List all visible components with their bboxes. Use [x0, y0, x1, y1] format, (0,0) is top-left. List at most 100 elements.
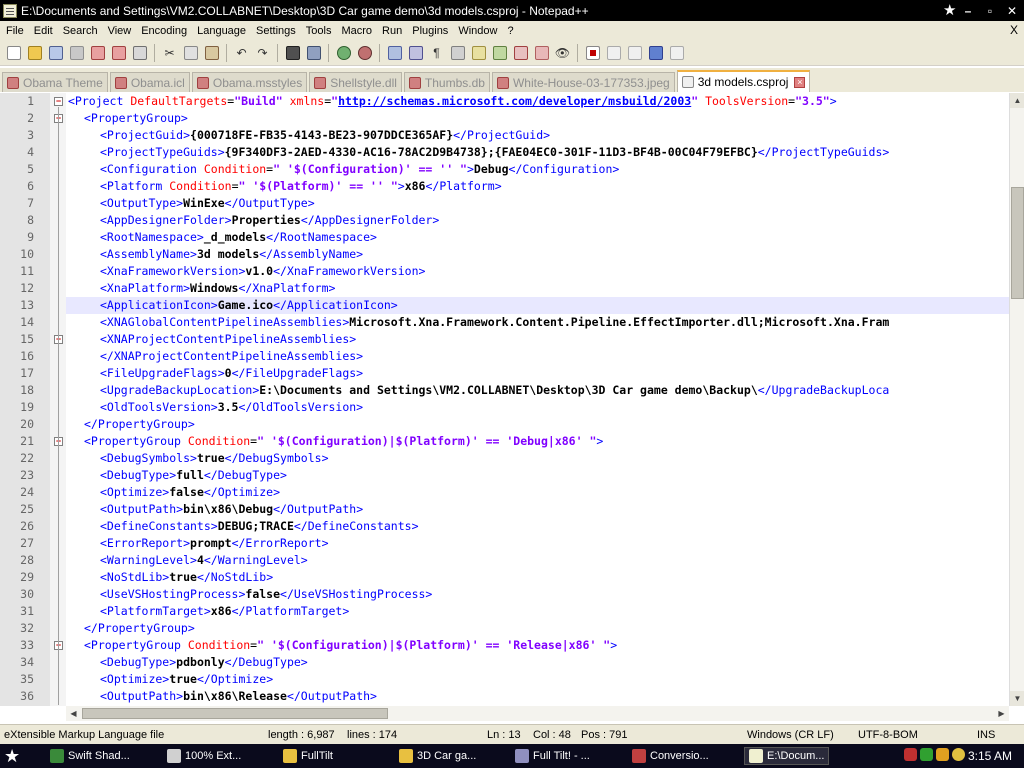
taskbar-item[interactable]: 3D Car ga...: [399, 747, 476, 765]
menu-edit[interactable]: Edit: [29, 25, 58, 37]
tab-obama-msstyles[interactable]: Obama.msstyles: [191, 72, 308, 92]
close-all-icon[interactable]: [109, 43, 128, 62]
minimize-button[interactable]: –: [958, 2, 978, 19]
taskbar-item[interactable]: Swift Shad...: [50, 747, 130, 765]
record-macro-icon[interactable]: [583, 43, 602, 62]
code-line[interactable]: <ProjectTypeGuids>{9F340DF3-2AED-4330-AC…: [66, 144, 1009, 161]
undo-icon[interactable]: ↶: [232, 43, 251, 62]
status-encoding[interactable]: UTF-8-BOM: [858, 729, 918, 741]
menu-window[interactable]: Window: [453, 25, 502, 37]
code-area[interactable]: <Project DefaultTargets="Build" xmlns="h…: [66, 93, 1009, 706]
code-line[interactable]: <OldToolsVersion>3.5</OldToolsVersion>: [66, 399, 1009, 416]
menu-settings[interactable]: Settings: [251, 25, 301, 37]
scroll-down-icon[interactable]: ▼: [1010, 691, 1024, 706]
code-line[interactable]: <ApplicationIcon>Game.ico</ApplicationIc…: [66, 297, 1009, 314]
code-line[interactable]: <DebugType>pdbonly</DebugType>: [66, 654, 1009, 671]
code-line[interactable]: </PropertyGroup>: [66, 620, 1009, 637]
code-line[interactable]: <OutputPath>bin\x86\Debug</OutputPath>: [66, 501, 1009, 518]
menu-help[interactable]: ?: [502, 25, 518, 37]
maximize-button[interactable]: ▫: [980, 2, 1000, 19]
editor-pane[interactable]: 1 2 3 4 5 6 7 8 9 10 11 12 13 14 15 16 17 18 19 20 21 22 23 24 2…: [0, 93, 1024, 706]
code-line[interactable]: <AssemblyName>3d models</AssemblyName>: [66, 246, 1009, 263]
cut-icon[interactable]: ✂: [160, 43, 179, 62]
code-line[interactable]: <AppDesignerFolder>Properties</AppDesign…: [66, 212, 1009, 229]
scroll-right-icon[interactable]: ▶: [994, 706, 1009, 721]
language-icon[interactable]: [469, 43, 488, 62]
code-line[interactable]: <Platform Condition=" '$(Platform)' == '…: [66, 178, 1009, 195]
taskbar-item-active[interactable]: E:\Docum...: [744, 747, 830, 765]
folder-as-workspace-icon[interactable]: [532, 43, 551, 62]
code-line[interactable]: <Project DefaultTargets="Build" xmlns="h…: [66, 93, 1009, 110]
code-line[interactable]: <PropertyGroup Condition=" '$(Configurat…: [66, 637, 1009, 654]
taskbar-item[interactable]: Conversio...: [632, 747, 709, 765]
code-line[interactable]: <PropertyGroup Condition=" '$(Configurat…: [66, 433, 1009, 450]
code-line[interactable]: <OutputPath>bin\x86\Release</OutputPath>: [66, 688, 1009, 705]
code-line[interactable]: <OutputType>WinExe</OutputType>: [66, 195, 1009, 212]
menu-encoding[interactable]: Encoding: [136, 25, 192, 37]
code-line[interactable]: <Configuration Condition=" '$(Configurat…: [66, 161, 1009, 178]
indent-guide-icon[interactable]: [448, 43, 467, 62]
close-document-button[interactable]: X: [1010, 23, 1018, 37]
fold-toggle-icon[interactable]: −: [54, 97, 63, 106]
code-line[interactable]: <XNAGlobalContentPipelineAssemblies>Micr…: [66, 314, 1009, 331]
code-line[interactable]: <RootNamespace>_d_models</RootNamespace>: [66, 229, 1009, 246]
copy-icon[interactable]: [181, 43, 200, 62]
vertical-scrollbar[interactable]: ▲ ▼: [1009, 93, 1024, 706]
star-icon[interactable]: ★: [943, 1, 956, 19]
paste-icon[interactable]: [202, 43, 221, 62]
code-line[interactable]: <PlatformTarget>x86</PlatformTarget>: [66, 603, 1009, 620]
code-line[interactable]: <ProjectGuid>{000718FE-FB35-4143-BE23-90…: [66, 127, 1009, 144]
doc-map-icon[interactable]: [490, 43, 509, 62]
search-icon[interactable]: [952, 748, 965, 761]
code-line[interactable]: <XnaPlatform>Windows</XnaPlatform>: [66, 280, 1009, 297]
taskbar-item[interactable]: 100% Ext...: [167, 747, 241, 765]
status-insert-mode[interactable]: INS: [977, 729, 995, 741]
taskbar-item[interactable]: Full Tilt! - ...: [515, 747, 590, 765]
menu-search[interactable]: Search: [58, 25, 103, 37]
print-icon[interactable]: [130, 43, 149, 62]
code-line[interactable]: <FileUpgradeFlags>0</FileUpgradeFlags>: [66, 365, 1009, 382]
code-line[interactable]: <PropertyGroup>: [66, 110, 1009, 127]
code-line[interactable]: <DebugType>full</DebugType>: [66, 467, 1009, 484]
tab-3d-models-csproj[interactable]: 3d models.csproj ×: [676, 70, 811, 92]
status-eol[interactable]: Windows (CR LF): [747, 729, 834, 741]
zoom-in-icon[interactable]: [334, 43, 353, 62]
show-all-characters-icon[interactable]: ¶: [427, 43, 446, 62]
taskbar-item[interactable]: FullTilt: [283, 747, 333, 765]
close-button[interactable]: ✕: [1002, 2, 1022, 19]
menu-plugins[interactable]: Plugins: [407, 25, 453, 37]
playback-macro-icon[interactable]: [625, 43, 644, 62]
tray-icon[interactable]: [936, 748, 949, 761]
stop-recording-icon[interactable]: [604, 43, 623, 62]
word-wrap-icon[interactable]: [406, 43, 425, 62]
tray-icon[interactable]: [920, 748, 933, 761]
code-line[interactable]: <ErrorReport>prompt</ErrorReport>: [66, 535, 1009, 552]
tab-thumbs-db[interactable]: Thumbs.db: [403, 72, 490, 92]
menu-language[interactable]: Language: [192, 25, 251, 37]
horizontal-scrollbar[interactable]: ◀ ▶: [66, 706, 1009, 721]
monitoring-eye-icon[interactable]: 👁: [553, 43, 572, 62]
code-line[interactable]: <UpgradeBackupLocation>E:\Documents and …: [66, 382, 1009, 399]
replace-icon[interactable]: [304, 43, 323, 62]
code-line[interactable]: <NoStdLib>true</NoStdLib>: [66, 569, 1009, 586]
code-line[interactable]: <XNAProjectContentPipelineAssemblies>: [66, 331, 1009, 348]
save-all-icon[interactable]: [67, 43, 86, 62]
code-line[interactable]: <DebugSymbols>true</DebugSymbols>: [66, 450, 1009, 467]
code-line[interactable]: <XnaFrameworkVersion>v1.0</XnaFrameworkV…: [66, 263, 1009, 280]
tray-icon[interactable]: [904, 748, 917, 761]
open-file-icon[interactable]: [25, 43, 44, 62]
menu-macro[interactable]: Macro: [336, 25, 377, 37]
close-file-icon[interactable]: [88, 43, 107, 62]
menu-run[interactable]: Run: [377, 25, 407, 37]
code-line[interactable]: <DefineConstants>DEBUG;TRACE</DefineCons…: [66, 518, 1009, 535]
save-macro-icon[interactable]: [667, 43, 686, 62]
tab-obama-icl[interactable]: Obama.icl: [109, 72, 190, 92]
start-star-icon[interactable]: ★: [4, 746, 40, 766]
run-macro-multiple-icon[interactable]: [646, 43, 665, 62]
sync-scroll-icon[interactable]: [385, 43, 404, 62]
tab-white-house-jpeg[interactable]: White-House-03-177353.jpeg: [491, 72, 675, 92]
redo-icon[interactable]: ↷: [253, 43, 272, 62]
code-line[interactable]: <WarningLevel>4</WarningLevel>: [66, 552, 1009, 569]
tab-shellstyle-dll[interactable]: Shellstyle.dll: [309, 72, 402, 92]
code-line[interactable]: </XNAProjectContentPipelineAssemblies>: [66, 348, 1009, 365]
